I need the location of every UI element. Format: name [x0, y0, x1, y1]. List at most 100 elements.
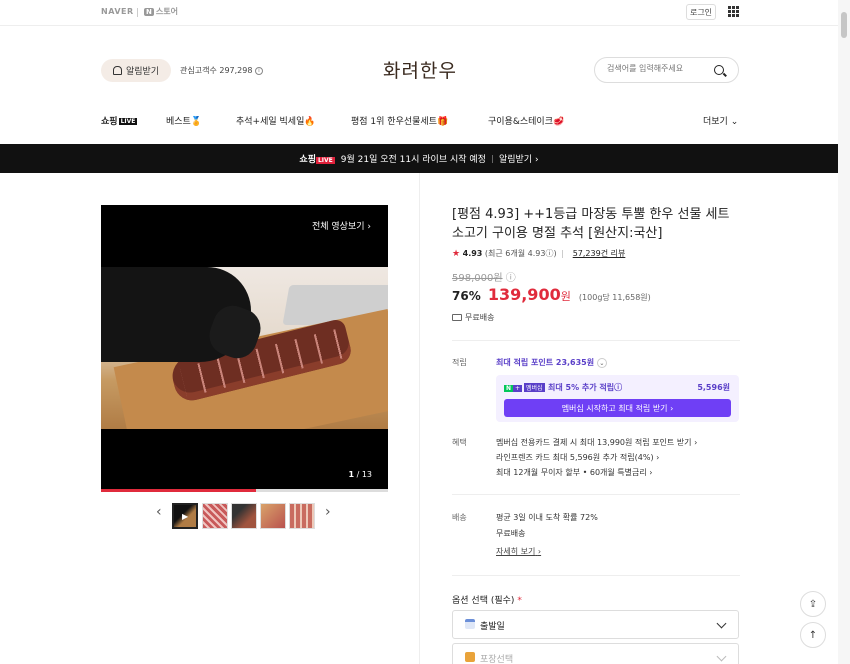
divider	[137, 8, 138, 17]
thumbnail-4[interactable]	[260, 503, 286, 529]
chevron-right-icon: ›	[656, 453, 660, 462]
live-badge: LIVE	[118, 118, 138, 125]
option-label-text: 옵션 선택 (필수)	[452, 596, 515, 606]
np-plus: +	[513, 385, 523, 392]
info-icon[interactable]: i	[255, 66, 263, 75]
original-price: 598,000원 ⓘ	[452, 269, 516, 284]
search-input[interactable]	[607, 64, 712, 73]
column-divider	[419, 173, 420, 664]
delivery-label: 배송	[452, 513, 467, 522]
divider	[491, 154, 493, 163]
naver-logo[interactable]: NAVER	[101, 7, 134, 16]
thumbnail-3[interactable]	[231, 503, 257, 529]
scrollbar[interactable]	[838, 0, 850, 664]
unit-price: (100g당 11,658원)	[578, 293, 651, 302]
delivery-fee: 무료배송	[496, 529, 526, 538]
max-points-text: 최대 적립 포인트 23,635원	[496, 358, 595, 367]
info-icon[interactable]: ⓘ)	[545, 249, 556, 258]
chevron-down-icon: ⌄	[596, 357, 607, 368]
start-membership-button[interactable]: 멤버십 시작하고 최대 적립 받기 ›	[504, 399, 731, 417]
benefit-line[interactable]: 라인프렌즈 카드 최대 5,596원 추가 적립(4%) ›	[496, 452, 659, 463]
delivery-estimate: 평균 3일 이내 도착 확률 72%	[496, 513, 598, 522]
benefit-line[interactable]: 최대 12개월 무이자 할부 • 60개월 특별금리 ›	[496, 467, 653, 478]
benefit-line[interactable]: 멤버십 전용카드 결제 시 최대 13,990원 적립 포인트 받기 ›	[496, 437, 697, 448]
live-banner[interactable]: 쇼핑 LIVE 9월 21일 오전 11시 라이브 시작 예정 알림받기 ›	[0, 144, 838, 173]
info-icon[interactable]: ⓘ	[506, 273, 516, 284]
select-value: 출발일	[480, 622, 505, 632]
naver-store-logo[interactable]: N 스토어	[144, 6, 178, 17]
benefits-label: 혜택	[452, 438, 467, 447]
notify-button[interactable]: 알림받기	[101, 59, 171, 82]
rating-row: ★ 4.93 (최근 6개월 4.93ⓘ) 57,239건 리뷰	[452, 248, 625, 259]
chevron-right-icon: ›	[694, 438, 698, 447]
prev-thumb-button[interactable]: ‹	[156, 504, 162, 520]
banner-text: 9월 21일 오전 11시 라이브 시작 예정	[340, 155, 486, 165]
points-label: 적립	[452, 358, 467, 367]
benefit-text: 라인프렌즈 카드 최대 5,596원 추가 적립(4%)	[496, 453, 654, 462]
sale-price: 139,900	[487, 285, 561, 304]
bonus-amount: 5,596원	[697, 383, 730, 392]
search-icon[interactable]	[714, 65, 724, 75]
category-nav: 쇼핑 LIVE 베스트🏅 추석+세일 빅세일🔥 평점 1위 한우선물세트🎁 구이용…	[0, 112, 838, 128]
login-button[interactable]: 로그인	[686, 4, 716, 20]
full-video-label: 전체 영상보기	[311, 222, 365, 232]
scrollbar-thumb[interactable]	[841, 12, 847, 38]
product-title: [평점 4.93] ++1등급 마장동 투뿔 한우 선물 세트 소고기 구이용 …	[452, 207, 730, 241]
info-icon[interactable]: ⓘ	[614, 383, 622, 392]
nav-chuseok-sale[interactable]: 추석+세일 빅세일🔥	[236, 114, 316, 127]
store-logo-mark: N	[144, 8, 154, 16]
nav-gift-set[interactable]: 평점 1위 한우선물세트🎁	[351, 114, 448, 127]
discount-rate: 76%	[452, 289, 481, 303]
next-thumb-button[interactable]: ›	[325, 504, 331, 520]
chevron-right-icon: ›	[367, 222, 371, 232]
bonus-text: 최대 5% 추가 적립ⓘ	[548, 382, 622, 393]
banner-notify-link[interactable]: 알림받기 ›	[499, 152, 539, 165]
arrow-up-icon: ↑	[808, 629, 818, 641]
nav-shopping-live[interactable]: 쇼핑 LIVE	[101, 114, 138, 127]
departure-date-select[interactable]: 출발일	[452, 610, 739, 639]
max-points-toggle[interactable]: 최대 적립 포인트 23,635원 ⌄	[496, 357, 607, 368]
gift-icon	[465, 652, 475, 662]
nav-best[interactable]: 베스트🏅	[166, 114, 202, 127]
divider	[452, 575, 740, 576]
banner-shopping: 쇼핑 LIVE	[299, 152, 335, 165]
delivery-detail-link[interactable]: 자세히 보기 ›	[496, 546, 541, 557]
truck-icon	[452, 314, 462, 321]
option-label: 옵션 선택 (필수) *	[452, 593, 522, 606]
media-progress	[101, 489, 388, 492]
free-shipping: 무료배송	[452, 312, 494, 323]
full-video-link[interactable]: 전체 영상보기 ›	[312, 219, 371, 232]
divider	[452, 494, 740, 495]
app-grid-icon[interactable]	[728, 6, 739, 17]
benefit-text: 멤버십 전용카드 결제 시 최대 13,990원 적립 포인트 받기	[496, 438, 692, 447]
packaging-select[interactable]: 포장선택	[452, 643, 739, 664]
thumbnail-5[interactable]	[289, 503, 315, 529]
chevron-down-icon	[716, 618, 727, 629]
chevron-right-icon: ›	[534, 155, 539, 165]
share-icon: ⇪	[808, 598, 818, 610]
store-logo-label: 스토어	[155, 7, 178, 16]
nav-more[interactable]: 더보기 ⌄	[703, 114, 738, 127]
member-button-label: 멤버십 시작하고 최대 적립 받기	[561, 403, 668, 413]
search-box[interactable]	[594, 57, 739, 83]
price-row: 76% 139,900원 (100g당 11,658원)	[452, 285, 651, 304]
media-counter: 1 / 13	[348, 470, 372, 479]
delivery-detail-label: 자세히 보기	[496, 547, 536, 556]
product-media[interactable]: 전체 영상보기 › 1 / 13	[101, 205, 388, 492]
nav-steak[interactable]: 구이용&스테이크🥩	[488, 114, 564, 127]
share-button[interactable]: ⇪	[800, 591, 826, 617]
top-bar: NAVER N 스토어 로그인	[0, 0, 838, 26]
required-mark: *	[517, 596, 522, 606]
scroll-top-button[interactable]: ↑	[800, 622, 826, 648]
banner-shopping-label: 쇼핑	[299, 155, 316, 165]
thumbnail-2[interactable]	[202, 503, 228, 529]
banner-live-badge: LIVE	[315, 157, 335, 164]
chevron-right-icon: ›	[649, 468, 653, 477]
media-progress-fill	[101, 489, 256, 492]
store-logo[interactable]: 화려한우	[360, 56, 480, 83]
chevron-down-icon	[716, 651, 727, 662]
bonus-text-label: 최대 5% 추가 적립	[548, 383, 615, 392]
fan-count-label: 관심고객수	[180, 66, 217, 75]
review-link[interactable]: 57,239건 리뷰	[573, 249, 626, 258]
thumbnail-1[interactable]: ▶	[172, 503, 198, 529]
